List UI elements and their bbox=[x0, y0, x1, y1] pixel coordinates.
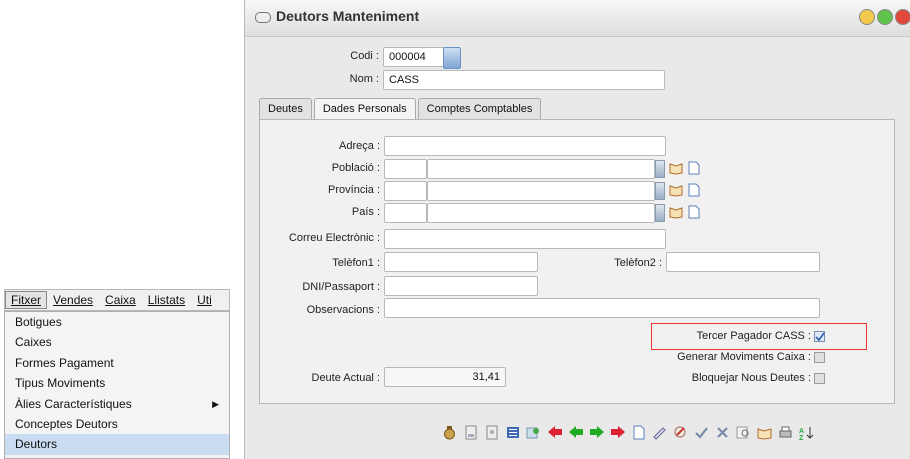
maximize-button[interactable] bbox=[877, 9, 893, 25]
pais-new-icon[interactable] bbox=[687, 205, 701, 219]
money-bag-icon[interactable] bbox=[441, 423, 458, 441]
edit-icon[interactable] bbox=[651, 423, 668, 441]
dni-label: DNI/Passaport : bbox=[302, 281, 380, 293]
adreca-field[interactable] bbox=[384, 136, 666, 156]
window-title: Deutors Manteniment bbox=[276, 8, 420, 24]
pais-book-icon[interactable] bbox=[669, 205, 683, 219]
menu-llistats[interactable]: Llistats bbox=[142, 293, 191, 307]
menu-caixa[interactable]: Caixa bbox=[99, 293, 142, 307]
observacions-field[interactable] bbox=[384, 298, 820, 318]
deutors-window: Deutors Manteniment Codi : 000004 Nom : … bbox=[244, 0, 910, 459]
nom-label: Nom : bbox=[349, 73, 379, 85]
generar-moviments-label: Generar Moviments Caixa : bbox=[677, 351, 811, 363]
page-copy-icon[interactable] bbox=[483, 423, 500, 441]
refresh-icon[interactable] bbox=[525, 423, 542, 441]
telefon1-label: Telèfon1 : bbox=[332, 257, 380, 269]
tab-deutes[interactable]: Deutes bbox=[259, 98, 312, 121]
menu-item-conceptes-deutors[interactable]: Conceptes Deutors bbox=[5, 414, 229, 434]
svg-text:A: A bbox=[799, 428, 804, 435]
list-icon[interactable] bbox=[504, 423, 521, 441]
tercer-pagador-label: Tercer Pagador CASS : bbox=[696, 330, 811, 342]
provincia-new-icon[interactable] bbox=[687, 183, 701, 197]
tools-icon[interactable] bbox=[672, 423, 689, 441]
poblacio-code-field[interactable] bbox=[384, 159, 427, 179]
menu-fitxer[interactable]: Fitxer bbox=[5, 291, 47, 309]
provincia-field[interactable] bbox=[427, 181, 655, 201]
bloquejar-checkbox[interactable] bbox=[814, 373, 825, 384]
observacions-label: Observacions : bbox=[306, 304, 380, 316]
codi-label: Codi : bbox=[350, 50, 379, 62]
close-button[interactable] bbox=[895, 9, 910, 25]
last-arrow-icon[interactable] bbox=[609, 423, 626, 441]
tab-strip: Deutes Dades Personals Comptes Comptable… bbox=[259, 98, 543, 122]
generar-moviments-checkbox[interactable] bbox=[814, 352, 825, 363]
dades-personals-panel: Adreça : Població : Província : País : C… bbox=[259, 119, 895, 404]
print-icon[interactable] bbox=[777, 423, 794, 441]
provincia-label: Província : bbox=[328, 184, 380, 196]
menu-item-deutors[interactable]: Deutors bbox=[5, 434, 229, 455]
codi-field[interactable]: 000004 bbox=[383, 47, 445, 67]
telefon1-field[interactable] bbox=[384, 252, 538, 272]
menu-item-caixes[interactable]: Caixes bbox=[5, 332, 229, 352]
confirm-icon[interactable] bbox=[693, 423, 710, 441]
deute-actual-field: 31,41 bbox=[384, 367, 506, 387]
correu-field[interactable] bbox=[384, 229, 666, 249]
nom-field[interactable]: CASS bbox=[383, 70, 665, 90]
first-record-icon[interactable] bbox=[462, 423, 479, 441]
provincia-book-icon[interactable] bbox=[669, 183, 683, 197]
poblacio-book-icon[interactable] bbox=[669, 161, 683, 175]
minimize-button[interactable] bbox=[859, 9, 875, 25]
submenu-arrow-icon: ▶ bbox=[212, 398, 219, 409]
window-pill-icon[interactable] bbox=[255, 12, 271, 23]
book-icon[interactable] bbox=[756, 423, 773, 441]
fitxer-dropdown: Botigues Caixes Formes Pagament Tipus Mo… bbox=[4, 311, 230, 459]
correu-label: Correu Electrònic : bbox=[288, 232, 380, 244]
cancel-icon[interactable] bbox=[714, 423, 731, 441]
telefon2-label: Telèfon2 : bbox=[614, 257, 662, 269]
first-arrow-icon[interactable] bbox=[546, 423, 563, 441]
deute-actual-label: Deute Actual : bbox=[311, 372, 381, 384]
provincia-code-field[interactable] bbox=[384, 181, 427, 201]
menu-item-botigues[interactable]: Botigues bbox=[5, 312, 229, 332]
menu-utilitats[interactable]: Uti bbox=[191, 293, 218, 307]
next-arrow-icon[interactable] bbox=[588, 423, 605, 441]
search-icon[interactable] bbox=[735, 423, 752, 441]
bloquejar-label: Bloquejar Nous Deutes : bbox=[691, 372, 811, 384]
tab-comptes-comptables[interactable]: Comptes Comptables bbox=[417, 98, 542, 121]
poblacio-new-icon[interactable] bbox=[687, 161, 701, 175]
pais-field[interactable] bbox=[427, 203, 655, 223]
record-toolbar: AZ bbox=[441, 420, 815, 444]
adreca-label: Adreça : bbox=[339, 140, 380, 152]
menu-item-tipus-moviments[interactable]: Tipus Moviments bbox=[5, 373, 229, 393]
tercer-pagador-checkbox[interactable] bbox=[814, 331, 825, 342]
sort-icon[interactable]: AZ bbox=[798, 423, 815, 441]
window-titlebar: Deutors Manteniment bbox=[245, 0, 910, 37]
prev-arrow-icon[interactable] bbox=[567, 423, 584, 441]
dni-field[interactable] bbox=[384, 276, 538, 296]
poblacio-label: Població : bbox=[331, 162, 380, 174]
menu-item-alies-caracteristiques[interactable]: Àlies Característiques ▶ bbox=[5, 394, 229, 414]
telefon2-field[interactable] bbox=[666, 252, 820, 272]
menu-bar: Fitxer Vendes Caixa Llistats Uti bbox=[4, 289, 230, 311]
poblacio-spinner[interactable] bbox=[655, 160, 665, 178]
menu-item-formes-pagament[interactable]: Formes Pagament bbox=[5, 353, 229, 373]
menu-vendes[interactable]: Vendes bbox=[47, 293, 99, 307]
pais-code-field[interactable] bbox=[384, 203, 427, 223]
svg-text:Z: Z bbox=[799, 435, 804, 440]
codi-lookup-button[interactable] bbox=[443, 47, 461, 69]
new-icon[interactable] bbox=[630, 423, 647, 441]
poblacio-field[interactable] bbox=[427, 159, 655, 179]
pais-label: País : bbox=[351, 206, 380, 218]
provincia-spinner[interactable] bbox=[655, 182, 665, 200]
pais-spinner[interactable] bbox=[655, 204, 665, 222]
